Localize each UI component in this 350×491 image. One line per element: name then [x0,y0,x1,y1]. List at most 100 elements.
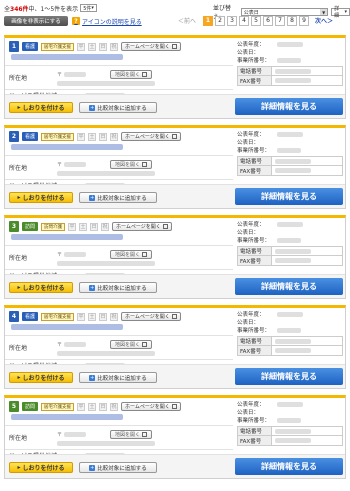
day-saturday: 土 [88,42,97,51]
facility-info: 公表年度： 公表日： 事業所番号： 電話番号 FAX番号 [237,310,343,356]
phone-label: 電話番号 [238,337,272,345]
bookmark-button[interactable]: ▸ しおりを付ける [9,282,73,293]
day-saturday: 土 [88,132,97,141]
external-link-icon [171,44,177,49]
facility-name[interactable] [11,414,221,421]
page-7[interactable]: 7 [275,15,286,26]
facility-name[interactable] [11,144,221,151]
total-suffix: 中、1〜5件を表示 [28,5,79,13]
view-details-button[interactable]: 詳細情報を見る [235,98,343,115]
phone-redacted [275,428,311,434]
facility-card: 3 訪問 訪問介護 平 土 日 祝 ホームページを開く 所在地 〒地図を開く サ… [4,215,346,299]
day-weekday: 平 [68,222,77,231]
open-homepage-button[interactable]: ホームページを開く [112,222,172,231]
facility-name[interactable] [11,54,221,61]
add-compare-button[interactable]: + 比較対象に追加する [79,192,157,203]
facility-type-badge: 訪問 [22,222,39,231]
page-2[interactable]: 2 [215,15,226,26]
next-page-link[interactable]: 次へ＞ [315,16,333,25]
address-label: 所在地 [9,345,28,352]
open-homepage-button[interactable]: ホームページを開く [121,312,181,321]
address-row: 所在地 〒地図を開く [5,425,233,449]
fax-label: FAX番号 [238,166,272,175]
open-map-button[interactable]: 地図を開く [110,159,153,169]
page-5[interactable]: 5 [251,15,262,26]
external-link-icon [171,314,177,319]
add-compare-button[interactable]: + 比較対象に追加する [79,372,157,383]
open-map-button[interactable]: 地図を開く [110,339,153,349]
page-4[interactable]: 4 [239,15,250,26]
address-label: 所在地 [9,435,28,442]
view-details-button[interactable]: 詳細情報を見る [235,188,343,205]
day-saturday: 土 [79,222,88,231]
contact-table: 電話番号 FAX番号 [237,426,343,446]
fax-redacted [275,258,311,263]
address-row: 所在地 〒地図を開く [5,65,233,89]
day-holiday: 祝 [101,222,110,231]
bookmark-button[interactable]: ▸ しおりを付ける [9,192,73,203]
day-sunday: 日 [99,312,108,321]
icon-help-link[interactable]: ? アイコンの説明を見る [72,16,142,26]
facility-name[interactable] [11,234,221,241]
open-homepage-button[interactable]: ホームページを開く [121,42,181,51]
page-3[interactable]: 3 [227,15,238,26]
card-header: 4 看護 居宅介護支援 平 土 日 祝 ホームページを開く [9,311,181,322]
page-9[interactable]: 9 [299,15,310,26]
plus-icon: + [89,374,96,381]
view-details-button[interactable]: 詳細情報を見る [235,458,343,475]
add-compare-button[interactable]: + 比較対象に追加する [79,282,157,293]
address-label: 所在地 [9,75,28,82]
phone-redacted [275,158,311,164]
open-homepage-button[interactable]: ホームページを開く [121,402,181,411]
bookmark-button[interactable]: ▸ しおりを付ける [9,102,73,113]
day-weekday: 平 [77,402,86,411]
address-label: 所在地 [9,165,28,172]
contact-table: 電話番号 FAX番号 [237,336,343,356]
service-tag: 訪問介護 [41,222,66,231]
facility-card: 5 訪問 居宅介護支援 平 土 日 祝 ホームページを開く 所在地 〒地図を開く… [4,395,346,479]
address-redacted [57,350,155,356]
open-homepage-button[interactable]: ホームページを開く [121,132,181,141]
bookmark-icon: ▸ [17,284,21,291]
plus-icon: + [89,194,96,201]
add-compare-button[interactable]: + 比較対象に追加する [79,462,157,473]
prev-page-link[interactable]: ＜前へ [178,16,196,25]
bookmark-button[interactable]: ▸ しおりを付ける [9,372,73,383]
external-link-icon [142,251,148,257]
card-number-badge: 5 [9,401,19,412]
card-number-badge: 4 [9,311,19,322]
facility-name[interactable] [11,324,221,331]
hide-images-button[interactable]: 画像を非表示にする [4,16,68,26]
facility-type-badge: 看護 [22,132,39,141]
view-details-button[interactable]: 詳細情報を見る [235,278,343,295]
facility-info: 公表年度： 公表日： 事業所番号： 電話番号 FAX番号 [237,130,343,176]
address-redacted [57,440,155,446]
contact-table: 電話番号 FAX番号 [237,156,343,176]
open-map-button[interactable]: 地図を開く [110,429,153,439]
card-header: 2 看護 居宅介護支援 平 土 日 祝 ホームページを開く [9,131,181,142]
card-header: 1 看護 居宅介護支援 平 土 日 祝 ホームページを開く [9,41,181,52]
per-page-select[interactable]: 5件 ▾ [80,4,97,12]
card-header: 3 訪問 訪問介護 平 土 日 祝 ホームページを開く [9,221,172,232]
plus-icon: + [89,284,96,291]
day-holiday: 祝 [110,312,119,321]
plus-icon: + [89,104,96,111]
open-map-button[interactable]: 地図を開く [110,249,153,259]
view-details-button[interactable]: 詳細情報を見る [235,368,343,385]
day-saturday: 土 [88,402,97,411]
bookmark-button[interactable]: ▸ しおりを付ける [9,462,73,473]
page-8[interactable]: 8 [287,15,298,26]
plus-icon: + [89,464,96,471]
view-select[interactable]: 詳細 ▾ [331,6,350,19]
add-compare-button[interactable]: + 比較対象に追加する [79,102,157,113]
open-map-button[interactable]: 地図を開く [110,69,153,79]
facility-name-redacted [11,324,123,330]
external-link-icon [142,71,148,77]
phone-label: 電話番号 [238,247,272,255]
card-number-badge: 2 [9,131,19,142]
facility-name-redacted [11,144,123,150]
card-footer: ▸ しおりを付ける + 比較対象に追加する 詳細情報を見る [5,184,345,208]
page-6[interactable]: 6 [263,15,274,26]
day-holiday: 祝 [110,42,119,51]
page-1[interactable]: 1 [203,15,214,26]
